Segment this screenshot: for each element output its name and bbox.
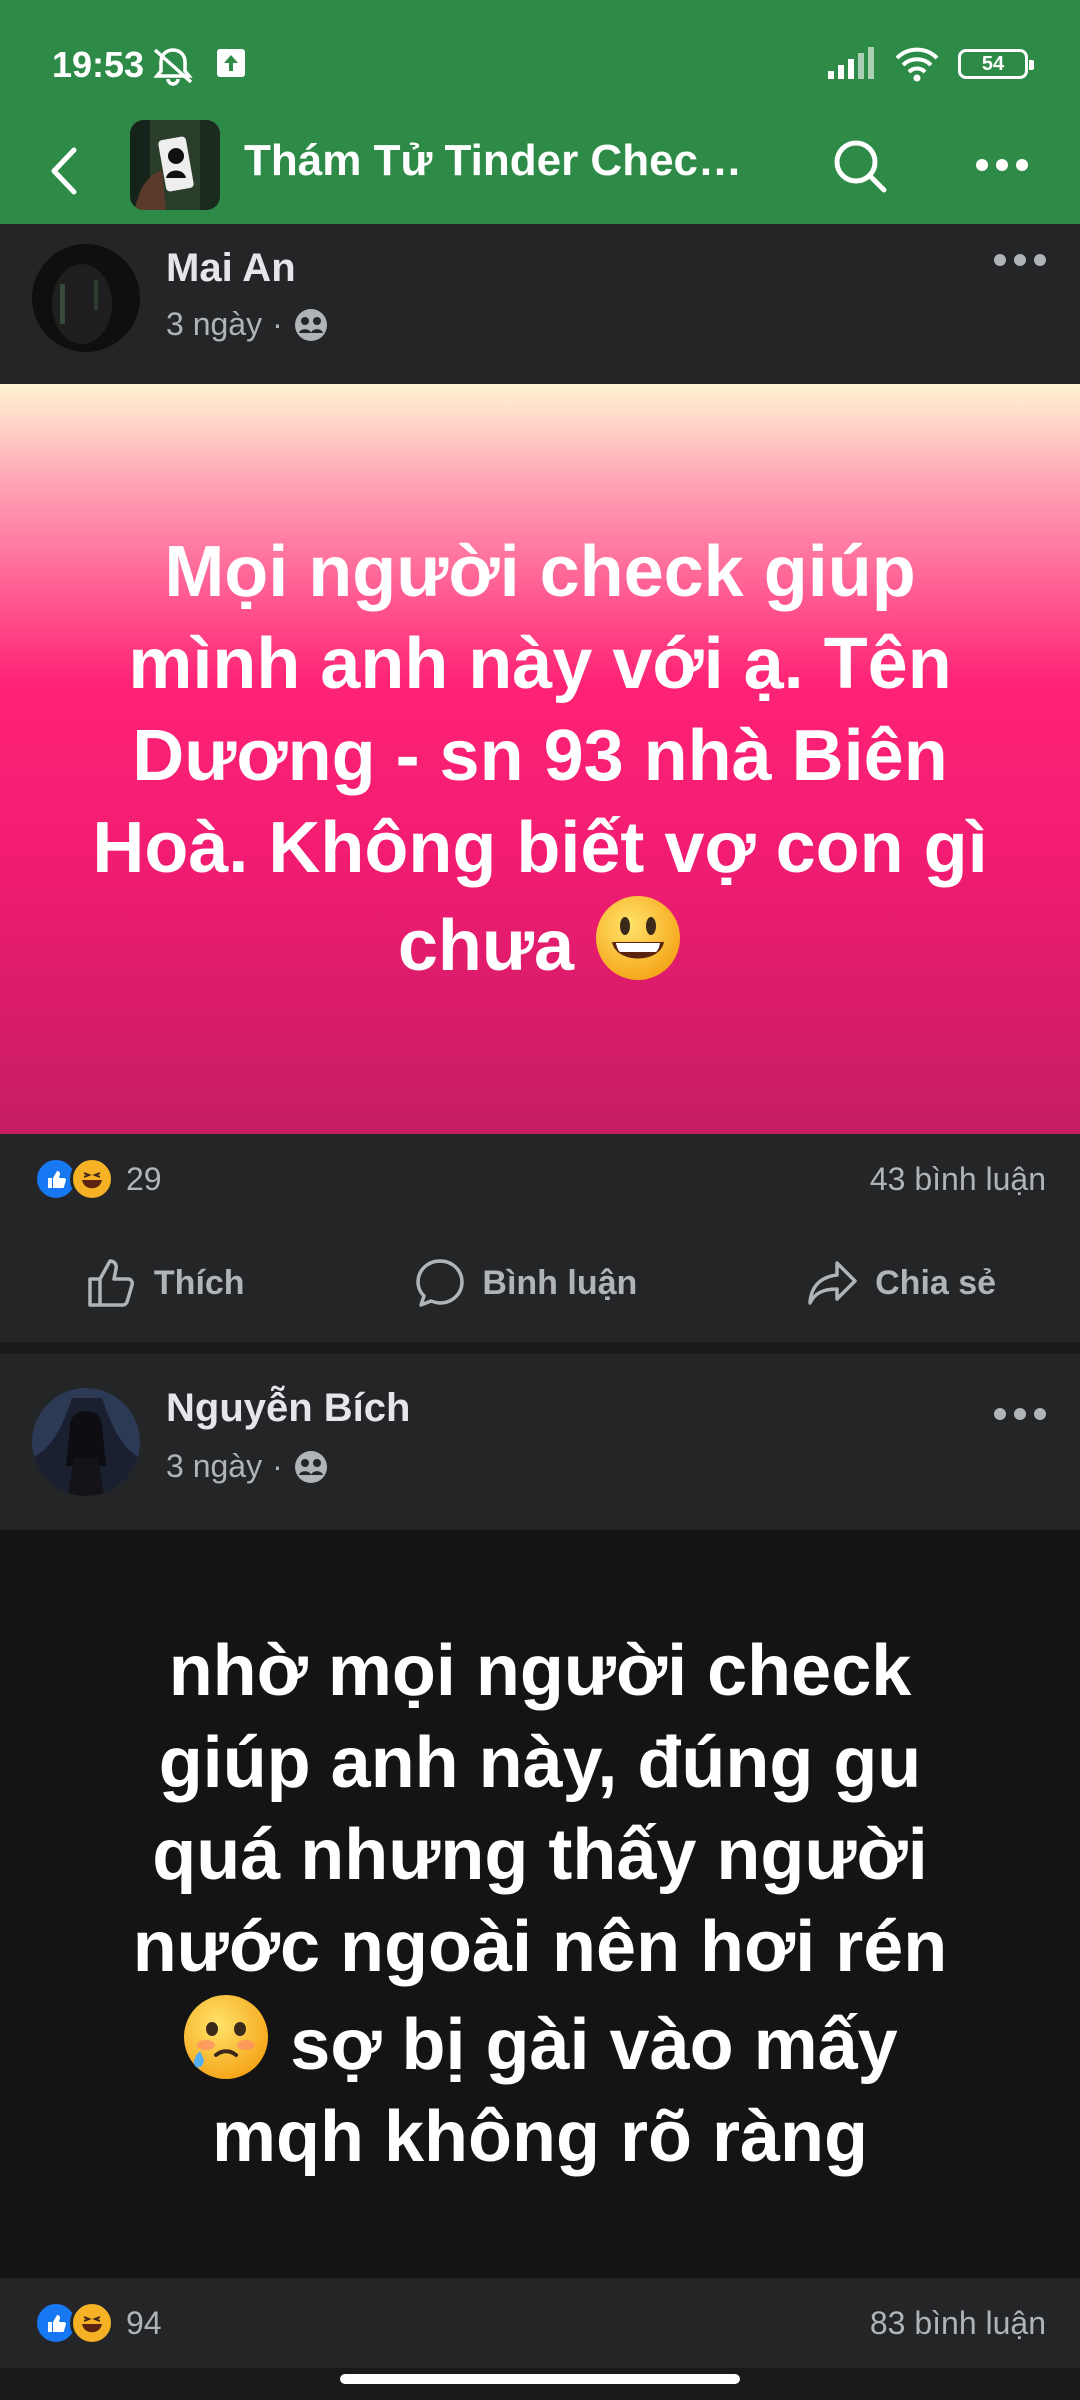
status-right: 54 [826, 46, 1034, 82]
post-header: Nguyễn Bích 3 ngày · [0, 1354, 1080, 1530]
post-time: 3 ngày [166, 306, 263, 342]
reaction-count: 29 [126, 1160, 162, 1197]
reactions-bar[interactable]: 94 83 bình luận [0, 2278, 1080, 2368]
post-banner: Mọi người check giúp mình anh này với ạ.… [0, 384, 1080, 1134]
post-text-content: Mọi người check giúp mình anh này với ạ.… [92, 532, 988, 986]
haha-reaction-icon [70, 1157, 114, 1201]
post-author[interactable]: Mai An [166, 246, 296, 291]
more-icon[interactable] [972, 140, 1032, 190]
group-icon [294, 1450, 327, 1483]
home-indicator[interactable] [340, 2374, 740, 2384]
reaction-icons [34, 1157, 114, 1201]
post-card: Mai An 3 ngày · Mọi người check giúp mìn… [0, 224, 1080, 1342]
grinning-face-icon [596, 896, 681, 980]
haha-reaction-icon [70, 2301, 114, 2345]
post-banner: nhờ mọi người check giúp anh này, đúng g… [0, 1530, 1080, 2278]
wifi-icon [895, 47, 939, 82]
avatar[interactable] [32, 1388, 140, 1496]
group-avatar[interactable] [130, 120, 220, 210]
reaction-count: 94 [126, 2304, 162, 2341]
post-time: 3 ngày [166, 1448, 263, 1484]
post-meta: 3 ngày · [166, 306, 329, 343]
comment-count[interactable]: 43 bình luận [870, 1161, 1046, 1198]
post-more-button[interactable] [994, 254, 1050, 274]
avatar-image [32, 1388, 140, 1496]
reaction-icons [34, 2301, 114, 2345]
like-label: Thích [153, 1263, 245, 1302]
mute-icon [153, 48, 193, 86]
comment-count[interactable]: 83 bình luận [870, 2305, 1046, 2342]
post-text-continuation: sợ bị gài vào mấy mqh không rõ ràng [212, 2005, 898, 2177]
comment-icon [416, 1259, 465, 1307]
status-time: 19:53 [52, 44, 145, 85]
post-header: Mai An 3 ngày · [0, 224, 1080, 384]
meta-separator: · [272, 1448, 283, 1484]
post-card: Nguyễn Bích 3 ngày · nhờ mọi người check… [0, 1354, 1080, 2368]
app-header-bar: 19:53 54 Thám Tử Tinder Check S [0, 0, 1080, 224]
signal-icon [828, 47, 874, 79]
group-title[interactable]: Thám Tử Tinder Check Sao Kê [244, 136, 764, 186]
battery-indicator: 54 [958, 49, 1034, 79]
share-label: Chia sẻ [875, 1263, 997, 1302]
post-text-content: nhờ mọi người check giúp anh này, đúng g… [132, 1631, 948, 1987]
status-bar: 19:53 54 [0, 0, 1080, 130]
share-icon [808, 1261, 857, 1305]
avatar[interactable] [32, 244, 140, 352]
like-icon [88, 1259, 134, 1307]
post-actions: Thích Bình luận Chia sẻ [0, 1224, 1080, 1342]
group-header: Thám Tử Tinder Check Sao Kê [0, 120, 1080, 224]
comment-button[interactable]: Bình luận [412, 1255, 637, 1311]
post-more-button[interactable] [994, 1408, 1050, 1428]
search-icon[interactable] [830, 136, 890, 196]
like-button[interactable]: Thích [84, 1255, 245, 1311]
upload-icon [217, 49, 245, 77]
post-text: Mọi người check giúp mình anh này với ạ.… [90, 526, 990, 992]
post-meta: 3 ngày · [166, 1448, 329, 1485]
comment-label: Bình luận [482, 1263, 638, 1302]
group-photo-image [130, 120, 220, 210]
back-arrow-icon[interactable] [40, 136, 92, 206]
face-holding-back-tears-icon [184, 1995, 269, 2079]
post-separator [0, 1342, 1080, 1354]
post-text: nhờ mọi người check giúp anh này, đúng g… [100, 1625, 980, 2183]
reactions-bar[interactable]: 29 43 bình luận [0, 1134, 1080, 1224]
meta-separator: · [272, 306, 283, 342]
post-author[interactable]: Nguyễn Bích [166, 1386, 410, 1431]
avatar-image [32, 244, 140, 352]
share-button[interactable]: Chia sẻ [805, 1255, 996, 1311]
group-icon [294, 308, 327, 341]
